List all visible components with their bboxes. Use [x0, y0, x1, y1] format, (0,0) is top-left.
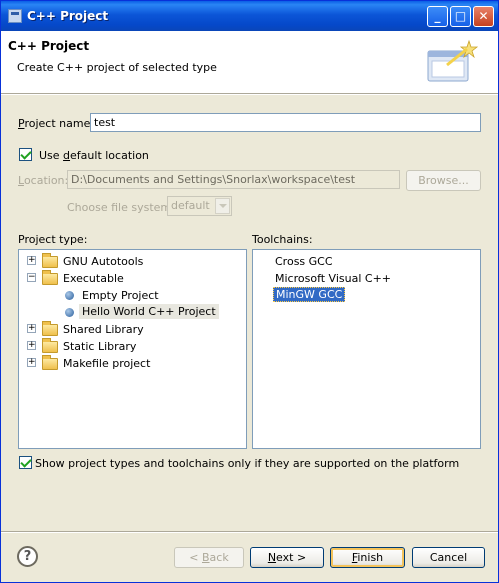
tree-item-label: Hello World C++ Project: [79, 304, 219, 319]
project-name-input[interactable]: test: [90, 113, 481, 132]
list-item-label: Cross GCC: [275, 255, 333, 268]
tree-item-shared-library[interactable]: + Shared Library: [27, 321, 227, 338]
project-type-label: Project type:: [18, 233, 88, 246]
tree-item-static-library[interactable]: + Static Library: [27, 338, 227, 355]
list-item-label: MinGW GCC: [273, 287, 346, 302]
expand-icon[interactable]: +: [27, 256, 36, 265]
folder-icon: [42, 355, 58, 370]
project-wizard-window: C++ Project _ □ ✕ C++ Project Create C++…: [0, 0, 499, 583]
show-supported-only-checkbox[interactable]: [19, 456, 32, 469]
folder-icon: [42, 338, 58, 353]
tree-item-label: Shared Library: [63, 323, 144, 336]
footer-separator: [1, 531, 498, 533]
list-item-mingw-gcc[interactable]: MinGW GCC: [273, 287, 346, 304]
location-input[interactable]: D:\Documents and Settings\Snorlax\worksp…: [67, 170, 400, 189]
tree-item-hello-world-cpp-project[interactable]: Hello World C++ Project: [27, 304, 227, 321]
file-system-select[interactable]: default: [167, 196, 232, 216]
close-button[interactable]: ✕: [473, 6, 494, 27]
use-default-location-label[interactable]: Use default location: [39, 149, 149, 162]
minimize-button[interactable]: _: [427, 6, 448, 27]
new-project-wizard-icon: [425, 39, 483, 87]
expand-icon[interactable]: +: [27, 358, 36, 367]
expand-icon[interactable]: +: [27, 341, 36, 350]
page-description: Create C++ project of selected type: [17, 61, 217, 74]
toolchains-label: Toolchains:: [252, 233, 313, 246]
file-system-value: default: [171, 199, 210, 212]
tree-item-label: GNU Autotools: [63, 255, 144, 268]
collapse-icon[interactable]: −: [27, 273, 36, 282]
back-button[interactable]: < Back: [174, 547, 244, 568]
use-default-location-checkbox[interactable]: [19, 148, 32, 161]
finish-button[interactable]: Finish: [330, 547, 405, 568]
folder-icon: [42, 253, 58, 268]
project-template-icon: [65, 291, 74, 300]
tree-item-label: Executable: [63, 272, 124, 285]
tree-item-empty-project[interactable]: Empty Project: [27, 287, 227, 304]
show-supported-only-label[interactable]: Show project types and toolchains only i…: [35, 457, 459, 470]
next-button[interactable]: Next >: [250, 547, 324, 568]
tree-item-label: Makefile project: [63, 357, 151, 370]
project-template-icon: [65, 308, 74, 317]
file-system-label: Choose file system:: [67, 201, 175, 214]
title-bar[interactable]: C++ Project _ □ ✕: [1, 1, 498, 31]
location-label: Location:: [18, 174, 69, 187]
header-separator: [1, 93, 498, 95]
wizard-header: C++ Project Create C++ project of select…: [1, 31, 498, 93]
list-item-microsoft-visual-cpp[interactable]: Microsoft Visual C++: [275, 271, 391, 288]
window-app-icon: [8, 9, 22, 23]
expand-icon[interactable]: +: [27, 324, 36, 333]
tree-item-label: Static Library: [63, 340, 137, 353]
project-type-tree[interactable]: + GNU Autotools − Executable Empty Proje…: [18, 249, 247, 449]
browse-button[interactable]: Browse...: [406, 170, 481, 191]
open-folder-icon: [42, 270, 58, 285]
folder-icon: [42, 321, 58, 336]
list-item-label: Microsoft Visual C++: [275, 272, 392, 285]
page-title: C++ Project: [8, 39, 90, 53]
project-name-label: Project name:: [18, 117, 95, 130]
cancel-button[interactable]: Cancel: [412, 547, 485, 568]
chevron-down-icon: [215, 198, 230, 214]
help-icon[interactable]: ?: [17, 546, 38, 567]
tree-item-executable[interactable]: − Executable: [27, 270, 227, 287]
maximize-button[interactable]: □: [450, 6, 471, 27]
window-title: C++ Project: [27, 9, 109, 23]
list-item-cross-gcc[interactable]: Cross GCC: [275, 254, 333, 271]
toolchains-list[interactable]: Cross GCC Microsoft Visual C++ MinGW GCC: [252, 249, 481, 449]
tree-item-label: Empty Project: [82, 289, 159, 302]
tree-item-makefile-project[interactable]: + Makefile project: [27, 355, 227, 372]
tree-item-gnu-autotools[interactable]: + GNU Autotools: [27, 253, 227, 270]
